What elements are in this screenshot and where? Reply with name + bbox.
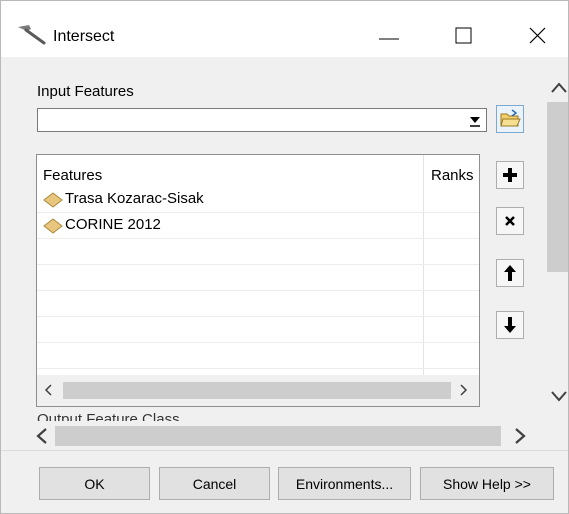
scroll-up-icon[interactable]	[551, 81, 567, 97]
input-features-combobox[interactable]	[37, 108, 487, 132]
open-folder-icon	[500, 109, 521, 127]
title-bar[interactable]: Intersect	[1, 1, 568, 57]
ok-button[interactable]: OK	[39, 467, 150, 500]
table-scroll-thumb[interactable]	[63, 382, 451, 399]
arrow-down-icon	[504, 317, 516, 333]
column-header-ranks[interactable]: Ranks	[431, 167, 474, 184]
scroll-down-icon[interactable]	[551, 389, 567, 405]
dialog-scroll-left-icon[interactable]	[35, 427, 49, 448]
table-row-empty	[37, 265, 479, 291]
show-help-button[interactable]: Show Help >>	[420, 467, 554, 500]
polygon-layer-icon	[43, 218, 63, 234]
close-button[interactable]	[516, 21, 560, 51]
table-row-empty	[37, 239, 479, 265]
output-feature-class-label: Output Feature Class	[37, 411, 180, 421]
environments-button[interactable]: Environments...	[278, 467, 411, 500]
table-row[interactable]: CORINE 2012	[37, 213, 479, 239]
move-down-button[interactable]	[496, 311, 524, 339]
input-features-label: Input Features	[37, 83, 134, 100]
feature-name: Trasa Kozarac-Sisak	[65, 190, 204, 207]
dialog-scroll-right-icon[interactable]	[513, 427, 527, 448]
close-icon	[529, 27, 546, 44]
remove-row-button[interactable]	[496, 207, 524, 235]
scroll-right-icon[interactable]	[457, 383, 469, 400]
arrow-up-icon	[504, 265, 516, 281]
table-row-empty	[37, 343, 479, 369]
dialog-horizontal-scroll-thumb[interactable]	[55, 426, 501, 446]
add-row-button[interactable]	[496, 161, 524, 189]
maximize-icon	[455, 27, 472, 44]
delete-x-icon	[505, 216, 515, 226]
table-row-empty	[37, 317, 479, 343]
polygon-layer-icon	[43, 192, 63, 208]
scroll-left-icon[interactable]	[43, 383, 55, 400]
minimize-button[interactable]	[367, 21, 411, 51]
minimize-icon	[379, 38, 399, 40]
dialog-vertical-scroll-thumb[interactable]	[547, 102, 568, 272]
feature-name: CORINE 2012	[65, 216, 161, 233]
browse-folder-button[interactable]	[496, 105, 524, 133]
table-row-empty	[37, 291, 479, 317]
window-title: Intersect	[53, 28, 115, 45]
table-horizontal-scrollbar[interactable]	[37, 375, 479, 406]
hammer-icon	[15, 23, 47, 45]
features-table: Features Ranks Trasa Kozarac-Sisak CORIN…	[36, 154, 480, 407]
table-row[interactable]: Trasa Kozarac-Sisak	[37, 187, 479, 213]
maximize-button[interactable]	[441, 21, 485, 51]
move-up-button[interactable]	[496, 259, 524, 287]
combo-dropdown-arrow-icon[interactable]	[466, 111, 484, 129]
plus-icon	[503, 168, 517, 182]
intersect-dialog: Intersect Input Features Features Ranks …	[0, 0, 569, 514]
column-header-features[interactable]: Features	[43, 167, 102, 184]
dialog-client-area: Input Features Features Ranks Trasa Koza…	[1, 57, 568, 513]
button-bar-divider	[1, 450, 568, 451]
cancel-button[interactable]: Cancel	[159, 467, 270, 500]
